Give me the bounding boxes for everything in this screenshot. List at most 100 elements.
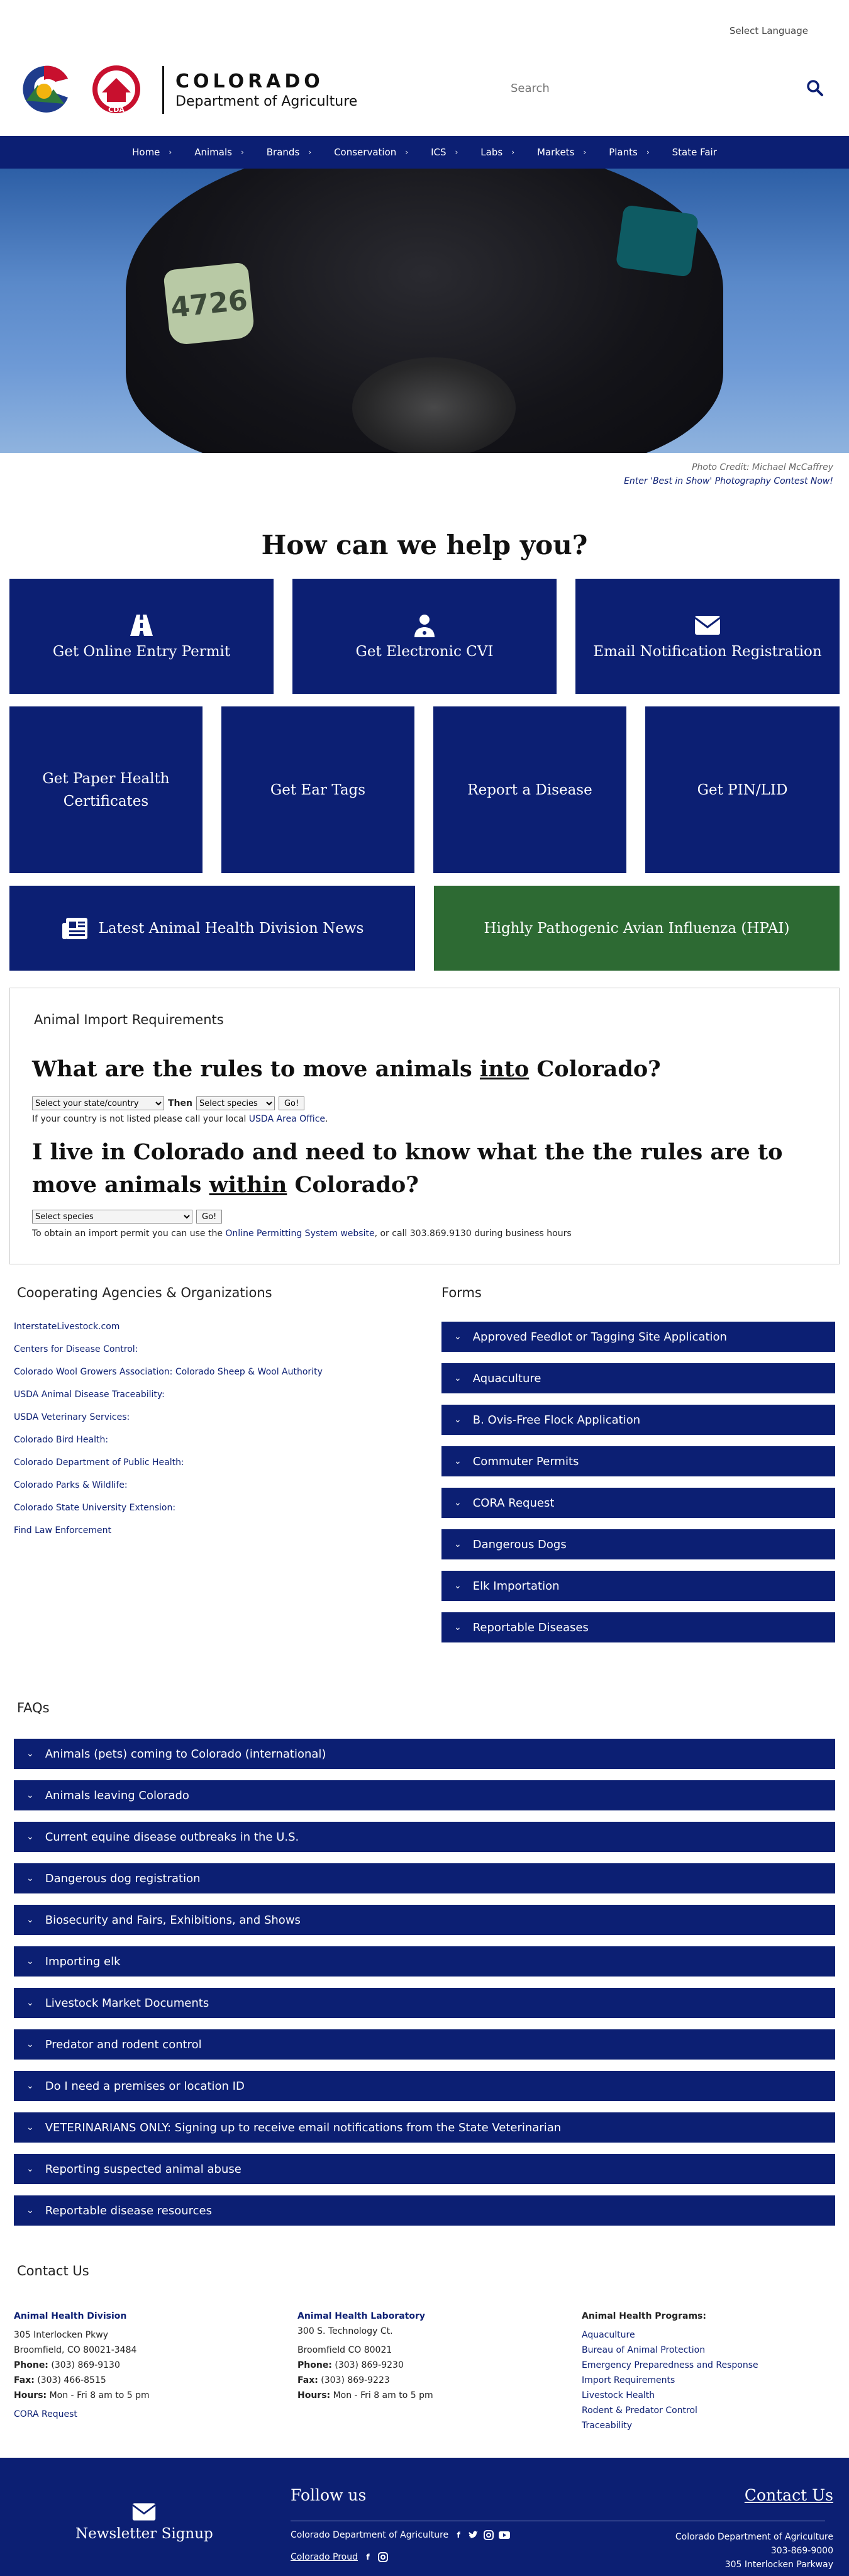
footer-contact-link[interactable]: Contact Us xyxy=(745,2486,833,2504)
online-permitting-link[interactable]: Online Permitting System website xyxy=(225,1229,374,1239)
nav-item-conservation[interactable]: Conservation › xyxy=(323,147,419,158)
form-accordion-item[interactable]: ⌄ CORA Request xyxy=(441,1488,835,1518)
envelope-icon xyxy=(132,2503,157,2521)
agency-link[interactable]: Colorado Parks & Wildlife: xyxy=(14,1480,323,1492)
division-phone: (303) 869-9130 xyxy=(51,2360,120,2370)
nav-item-animals[interactable]: Animals › xyxy=(183,147,255,158)
form-accordion-item-label: Approved Feedlot or Tagging Site Applica… xyxy=(472,1330,727,1344)
faq-accordion-item[interactable]: ⌄ Animals leaving Colorado xyxy=(14,1780,835,1810)
faq-accordion-item[interactable]: ⌄ Biosecurity and Fairs, Exhibitions, and… xyxy=(14,1905,835,1935)
chevron-down-icon: ⌄ xyxy=(454,1415,462,1425)
tile-paper-certificates[interactable]: Get Paper Health Certificates xyxy=(9,706,203,873)
tile-entry-permit[interactable]: Get Online Entry Permit xyxy=(9,579,274,694)
youtube-icon[interactable] xyxy=(499,2531,511,2540)
form-accordion-item[interactable]: ⌄ Reportable Diseases xyxy=(441,1612,835,1642)
newsletter-signup[interactable]: Newsletter Signup xyxy=(75,2502,213,2542)
follow-heading: Follow us xyxy=(291,2486,367,2504)
faq-accordion-item[interactable]: ⌄ Animals (pets) coming to Colorado (inte… xyxy=(14,1739,835,1769)
question-within-colorado: I live in Colorado and need to know what… xyxy=(32,1136,818,1202)
tile-entry-permit-label: Get Online Entry Permit xyxy=(52,643,231,660)
search-input[interactable] xyxy=(503,75,792,101)
language-select[interactable]: Select Language xyxy=(730,25,808,36)
nav-item-label: Conservation xyxy=(334,147,397,158)
form-accordion-item[interactable]: ⌄ Aquaculture xyxy=(441,1363,835,1393)
agency-link[interactable]: USDA Animal Disease Traceability: xyxy=(14,1389,323,1401)
agency-link[interactable]: Find Law Enforcement xyxy=(14,1525,323,1537)
usda-area-office-link[interactable]: USDA Area Office xyxy=(249,1114,325,1124)
program-link[interactable]: Traceability xyxy=(582,2418,758,2433)
chevron-right-icon: › xyxy=(646,148,650,157)
lab-addr2: Broomfield CO 80021 xyxy=(297,2345,392,2355)
agency-link[interactable]: Colorado Bird Health: xyxy=(14,1434,323,1446)
form-accordion-item[interactable]: ⌄ Approved Feedlot or Tagging Site Applic… xyxy=(441,1322,835,1352)
program-link[interactable]: Rodent & Predator Control xyxy=(582,2403,758,2418)
program-link[interactable]: Import Requirements xyxy=(582,2373,758,2388)
lab-link[interactable]: Animal Health Laboratory xyxy=(297,2311,425,2321)
species-select[interactable]: Select species xyxy=(196,1096,275,1110)
photo-contest-link[interactable]: Enter 'Best in Show' Photography Contest… xyxy=(624,476,833,486)
proud-facebook-icon[interactable]: f xyxy=(363,2552,373,2562)
faq-accordion-item[interactable]: ⌄ Importing elk xyxy=(14,1946,835,1977)
program-link[interactable]: Aquaculture xyxy=(582,2328,758,2343)
form-accordion-item[interactable]: ⌄ Dangerous Dogs xyxy=(441,1529,835,1559)
within-species-select[interactable]: Select species xyxy=(32,1210,192,1224)
agencies-heading: Cooperating Agencies & Organizations xyxy=(17,1285,272,1300)
division-phone-label: Phone: xyxy=(14,2360,48,2370)
form-accordion-item[interactable]: ⌄ B. Ovis-Free Flock Application xyxy=(441,1405,835,1435)
nav-item-markets[interactable]: Markets › xyxy=(526,147,597,158)
faq-accordion-item[interactable]: ⌄ Dangerous dog registration xyxy=(14,1863,835,1893)
faq-accordion-item[interactable]: ⌄ Predator and rodent control xyxy=(14,2029,835,2060)
faq-accordion-item[interactable]: ⌄ Do I need a premises or location ID xyxy=(14,2071,835,2101)
logo-title: COLORADO xyxy=(175,70,324,92)
faq-accordion-item[interactable]: ⌄ VETERINARIANS ONLY: Signing up to recei… xyxy=(14,2112,835,2143)
tile-ear-tags[interactable]: Get Ear Tags xyxy=(221,706,414,873)
division-link[interactable]: Animal Health Division xyxy=(14,2311,126,2321)
tile-pin-lid[interactable]: Get PIN/LID xyxy=(645,706,840,873)
facebook-icon[interactable]: f xyxy=(453,2530,463,2540)
nav-item-labs[interactable]: Labs › xyxy=(469,147,526,158)
tile-email-registration[interactable]: Email Notification Registration xyxy=(575,579,840,694)
form-accordion-item[interactable]: ⌄ Commuter Permits xyxy=(441,1446,835,1476)
search-icon[interactable] xyxy=(806,79,824,97)
form-accordion-item[interactable]: ⌄ Elk Importation xyxy=(441,1571,835,1601)
nav-item-ics[interactable]: ICS › xyxy=(419,147,469,158)
twitter-icon[interactable] xyxy=(469,2531,479,2540)
agency-link[interactable]: Colorado Wool Growers Association: Color… xyxy=(14,1366,323,1378)
proud-instagram-icon[interactable] xyxy=(378,2552,389,2562)
nav-item-state-fair[interactable]: State Fair xyxy=(661,147,728,158)
agency-link[interactable]: InterstateLivestock.com xyxy=(14,1321,323,1333)
colorado-proud-link[interactable]: Colorado Proud xyxy=(291,2552,358,2562)
import-heading: Animal Import Requirements xyxy=(34,1012,224,1027)
go-button[interactable]: Go! xyxy=(278,1096,305,1110)
agency-link[interactable]: Colorado Department of Public Health: xyxy=(14,1457,323,1469)
program-link[interactable]: Emergency Preparedness and Response xyxy=(582,2358,758,2373)
faq-accordion-item[interactable]: ⌄ Current equine disease outbreaks in the… xyxy=(14,1822,835,1852)
envelope-icon xyxy=(694,615,721,635)
cora-request-link[interactable]: CORA Request xyxy=(14,2409,77,2419)
nav-item-plants[interactable]: Plants › xyxy=(597,147,660,158)
faq-accordion-item-label: Animals (pets) coming to Colorado (inter… xyxy=(45,1747,326,1761)
faq-accordion-item[interactable]: ⌄ Reportable disease resources xyxy=(14,2195,835,2226)
division-fax: (303) 466-8515 xyxy=(37,2375,106,2385)
usda-note: If your country is not listed please cal… xyxy=(32,1114,328,1124)
nav-item-brands[interactable]: Brands › xyxy=(255,147,323,158)
state-country-select[interactable]: Select your state/country xyxy=(32,1096,164,1110)
tile-electronic-cvi[interactable]: Get Electronic CVI xyxy=(292,579,557,694)
cda-logo[interactable]: CDA COLORADO Department of Agriculture xyxy=(19,63,357,116)
within-go-button[interactable]: Go! xyxy=(196,1210,223,1224)
faq-accordion-item[interactable]: ⌄ Livestock Market Documents xyxy=(14,1988,835,2018)
faq-accordion-item[interactable]: ⌄ Reporting suspected animal abuse xyxy=(14,2154,835,2184)
nav-item-home[interactable]: Home › xyxy=(121,147,183,158)
agency-link[interactable]: Colorado State University Extension: xyxy=(14,1502,323,1514)
tile-hpai[interactable]: Highly Pathogenic Avian Influenza (HPAI) xyxy=(434,886,840,971)
agency-link[interactable]: Centers for Disease Control: xyxy=(14,1344,323,1356)
logo-subtitle: Department of Agriculture xyxy=(175,93,358,109)
program-link[interactable]: Livestock Health xyxy=(582,2388,758,2403)
footer-addr-name: Colorado Department of Agriculture xyxy=(675,2532,833,2542)
instagram-icon[interactable] xyxy=(484,2530,494,2540)
tile-report-disease[interactable]: Report a Disease xyxy=(433,706,626,873)
tile-division-news-label: Latest Animal Health Division News xyxy=(98,920,364,937)
tile-division-news[interactable]: Latest Animal Health Division News xyxy=(9,886,415,971)
program-link[interactable]: Bureau of Animal Protection xyxy=(582,2343,758,2358)
agency-link[interactable]: USDA Veterinary Services: xyxy=(14,1412,323,1424)
